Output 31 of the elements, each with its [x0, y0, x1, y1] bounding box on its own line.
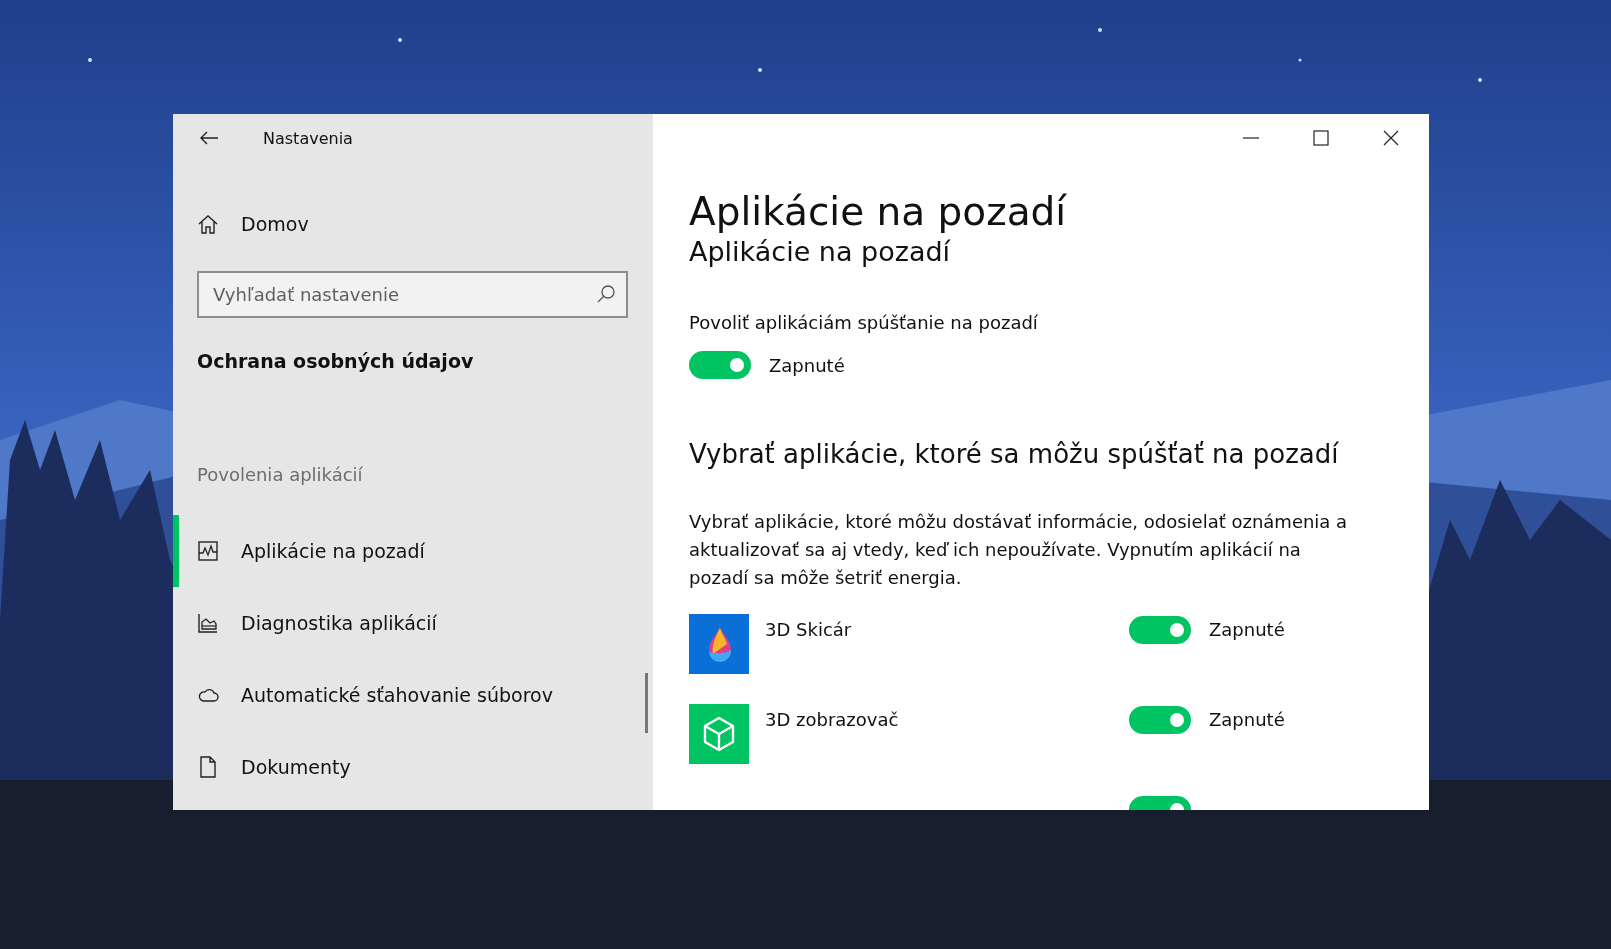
- category-heading: Ochrana osobných údajov: [197, 350, 475, 372]
- home-link[interactable]: Domov: [197, 213, 309, 235]
- section-heading: Aplikácie na pozadí: [689, 236, 952, 268]
- toggle-switch[interactable]: [1129, 616, 1191, 644]
- scrollbar-thumb[interactable]: [645, 673, 648, 733]
- search-icon: [596, 284, 616, 304]
- toggle-state: Zapnuté: [1209, 709, 1285, 730]
- chart-icon: [197, 612, 219, 634]
- setting-label: Povoliť aplikáciám spúšťanie na pozadí: [689, 312, 1039, 333]
- toggle-state: Zapnuté: [1209, 619, 1285, 640]
- close-icon[interactable]: [1383, 130, 1399, 146]
- sidebar-item[interactable]: Dokumenty: [173, 731, 653, 803]
- toggle-switch[interactable]: [689, 351, 751, 379]
- toggle-switch[interactable]: [1129, 706, 1191, 734]
- section-heading: Vybrať aplikácie, ktoré sa môžu spúšťať na pozadí: [689, 439, 1340, 469]
- toggle-state: Zapnuté: [769, 354, 845, 376]
- app-name: 3D Skicár: [765, 619, 852, 640]
- description-text: Vybrať aplikácie, ktoré môžu dostávať informácie, odosielať oznámenia a aktualizovať sa aj vtedy, keď ich nepoužívate. Vypnutím aplikácií na pozadí sa môže šetriť energia.: [689, 510, 1349, 590]
- home-icon: [197, 213, 219, 235]
- app-name: 3D zobrazovač: [765, 709, 899, 730]
- document-icon: [197, 756, 219, 778]
- sidebar-item[interactable]: Diagnostika aplikácií: [173, 587, 653, 659]
- section-heading: Povolenia aplikácií: [197, 464, 364, 485]
- cube-icon: [689, 704, 749, 764]
- window-title: Nastavenia: [263, 128, 353, 148]
- droplet-icon: [689, 614, 749, 674]
- back-icon[interactable]: [199, 130, 219, 146]
- activity-icon: [197, 540, 219, 562]
- maximize-icon[interactable]: [1313, 130, 1329, 146]
- sidebar-item[interactable]: Automatické sťahovanie súborov: [173, 659, 653, 731]
- search-field[interactable]: Vyhľadať nastavenie: [197, 271, 628, 318]
